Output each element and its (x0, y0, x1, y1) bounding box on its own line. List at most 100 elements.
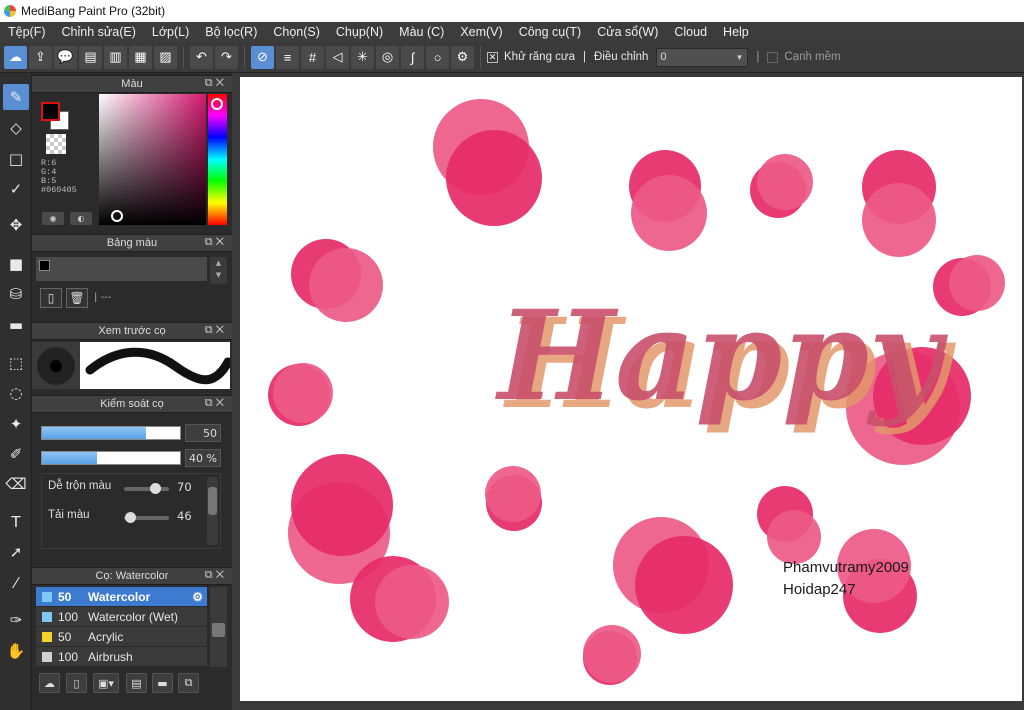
curve-snap-icon[interactable]: ∫ (401, 45, 424, 69)
document-icon[interactable]: ▥ (104, 45, 127, 69)
blend-slider-knob[interactable] (150, 483, 161, 494)
perspective-snap-icon[interactable]: ◁ (326, 45, 349, 69)
magic-wand-icon[interactable]: ✦ (3, 411, 29, 437)
hue-slider[interactable] (208, 94, 227, 225)
paint-dot (583, 625, 641, 683)
text-tool-icon[interactable]: T (3, 509, 29, 535)
transparent-swatch[interactable] (46, 134, 66, 154)
menu-select[interactable]: Chọn(S) (265, 25, 328, 39)
redo-icon[interactable]: ↷ (215, 45, 238, 69)
saturation-value-picker[interactable] (99, 94, 206, 225)
panel-float-close-icon[interactable]: ⧉✕ (205, 569, 227, 582)
toolbar-divider (480, 46, 481, 68)
eyedropper-icon[interactable]: ⁄ (3, 570, 29, 596)
load-slider[interactable] (124, 512, 169, 523)
grid-snap-icon[interactable]: # (301, 45, 324, 69)
cloud-save-icon[interactable]: ☁ (4, 45, 27, 69)
panel-float-close-icon[interactable]: ⧉✕ (205, 397, 227, 410)
foreground-color-swatch[interactable] (41, 102, 60, 121)
snap-off-icon[interactable]: ⊘ (251, 45, 274, 69)
add-brush-dropdown-icon[interactable]: ▣▾ (93, 673, 119, 693)
menu-tools[interactable]: Công cụ(T) (511, 25, 590, 39)
dot-tool-icon[interactable]: ✓ (3, 176, 29, 202)
layers-icon[interactable]: ▦ (129, 45, 152, 69)
menu-view[interactable]: Xem(V) (452, 25, 510, 39)
eyedropper-small-icon[interactable]: ◐ (70, 212, 92, 225)
brush-item-watercolor-wet[interactable]: 100 Watercolor (Wet) (36, 607, 207, 627)
concentric-snap-icon[interactable]: ◎ (376, 45, 399, 69)
brush-item-watercolor[interactable]: 50 Watercolor ⚙ (36, 587, 207, 607)
menu-file[interactable]: Tệp(F) (0, 25, 54, 39)
hue-cursor[interactable] (211, 98, 223, 110)
color-panel-title: Màu (121, 78, 143, 90)
eye-icon[interactable]: ◉ (42, 212, 64, 225)
palette-scrollbar[interactable]: ▲ ▼ (210, 257, 227, 284)
menu-edit[interactable]: Chỉnh sửa(E) (54, 25, 144, 39)
edit-list-icon[interactable]: ▨ (154, 45, 177, 69)
picker-cursor[interactable] (111, 210, 123, 222)
menu-filter[interactable]: Bộ lọc(R) (197, 25, 265, 39)
signature-line-1: Phamvutramy2009 (783, 559, 909, 576)
load-slider-knob[interactable] (125, 512, 136, 523)
brush-tool-icon[interactable]: ✎ (3, 84, 29, 110)
menu-capture[interactable]: Chụp(N) (328, 25, 391, 39)
gear-icon[interactable]: ⚙ (192, 590, 203, 604)
soft-edge-checkbox[interactable] (767, 51, 779, 63)
brush-size-value[interactable]: 50 (185, 424, 221, 442)
radial-snap-icon[interactable]: ✳ (351, 45, 374, 69)
settings-gear-icon[interactable]: ⚙ (451, 45, 474, 69)
comment-icon[interactable]: 💬 (54, 45, 77, 69)
eraser-tool-icon[interactable]: ◇ (3, 115, 29, 141)
shape-tool-icon[interactable]: □ (3, 146, 29, 172)
panel-float-close-icon[interactable]: ⧉✕ (205, 77, 227, 90)
menu-color[interactable]: Màu (C) (391, 25, 452, 39)
brush-size-bar[interactable] (41, 426, 181, 440)
copy-brush-icon[interactable]: ▤ (126, 673, 147, 693)
menu-cloud[interactable]: Cloud (666, 25, 715, 39)
palette-color-chip[interactable] (39, 260, 50, 271)
parallel-snap-icon[interactable]: ≡ (276, 45, 299, 69)
panel-float-close-icon[interactable]: ⧉✕ (205, 324, 227, 337)
menu-layer[interactable]: Lớp(L) (144, 25, 197, 39)
palette-row[interactable] (36, 257, 207, 281)
blend-value: 70 (177, 480, 192, 494)
hand-tool-icon[interactable]: ✋ (3, 638, 29, 664)
brush-list-scrollbar[interactable] (210, 587, 227, 667)
circle-snap-icon[interactable]: ○ (426, 45, 449, 69)
menu-bar: Tệp(F) Chỉnh sửa(E) Lớp(L) Bộ lọc(R) Chọ… (0, 22, 1024, 42)
duplicate-icon[interactable]: ⧉ (178, 673, 199, 693)
move-tool-icon[interactable]: ✥ (3, 212, 29, 238)
adjust-dropdown[interactable]: 0 ▼ (656, 47, 749, 67)
select-eraser-icon[interactable]: ⌫ (3, 471, 29, 497)
share-icon[interactable]: ⇪ (29, 45, 52, 69)
new-palette-icon[interactable]: ▯ (40, 288, 62, 308)
params-scrollbar[interactable] (207, 477, 218, 545)
drawing-canvas[interactable]: Happy Happy Phamvutramy2009 Hoidap247 (240, 77, 1022, 701)
brush-opacity-value[interactable]: 40 % (185, 449, 221, 467)
folder-icon[interactable]: ▬ (152, 673, 173, 693)
cloud-brush-icon[interactable]: ☁ (39, 673, 60, 693)
color-values: R:6 G:4 B:5 #060405 (41, 159, 77, 195)
brush-name: Airbrush (88, 649, 133, 664)
trash-icon[interactable]: 🗑 (66, 288, 88, 308)
select-tool-icon[interactable]: ⬚ (3, 350, 29, 376)
brush-item-airbrush[interactable]: 100 Airbrush (36, 647, 207, 667)
blend-slider[interactable] (124, 483, 169, 494)
brush-opacity-bar[interactable] (41, 451, 181, 465)
lasso-tool-icon[interactable]: ◌ (3, 380, 29, 406)
undo-icon[interactable]: ↶ (190, 45, 213, 69)
chat-icon[interactable]: ▤ (79, 45, 102, 69)
fill-rect-tool-icon[interactable]: ■ (3, 251, 29, 277)
select-pen-icon[interactable]: ✐ (3, 441, 29, 467)
operation-tool-icon[interactable]: ➚ (3, 539, 29, 565)
pen-tool-icon[interactable]: ✑ (3, 607, 29, 633)
antialias-checkbox[interactable]: ✕ (487, 51, 498, 63)
menu-help[interactable]: Help (715, 25, 757, 39)
bucket-tool-icon[interactable]: ⛁ (3, 281, 29, 307)
new-brush-icon[interactable]: ▯ (66, 673, 87, 693)
gradient-tool-icon[interactable]: ▬ (3, 312, 29, 338)
panel-float-close-icon[interactable]: ⧉✕ (205, 236, 227, 249)
brush-preview-header: Xem trước cọ ⧉✕ (32, 322, 232, 340)
brush-item-acrylic[interactable]: 50 Acrylic (36, 627, 207, 647)
menu-window[interactable]: Cửa sổ(W) (589, 25, 666, 39)
